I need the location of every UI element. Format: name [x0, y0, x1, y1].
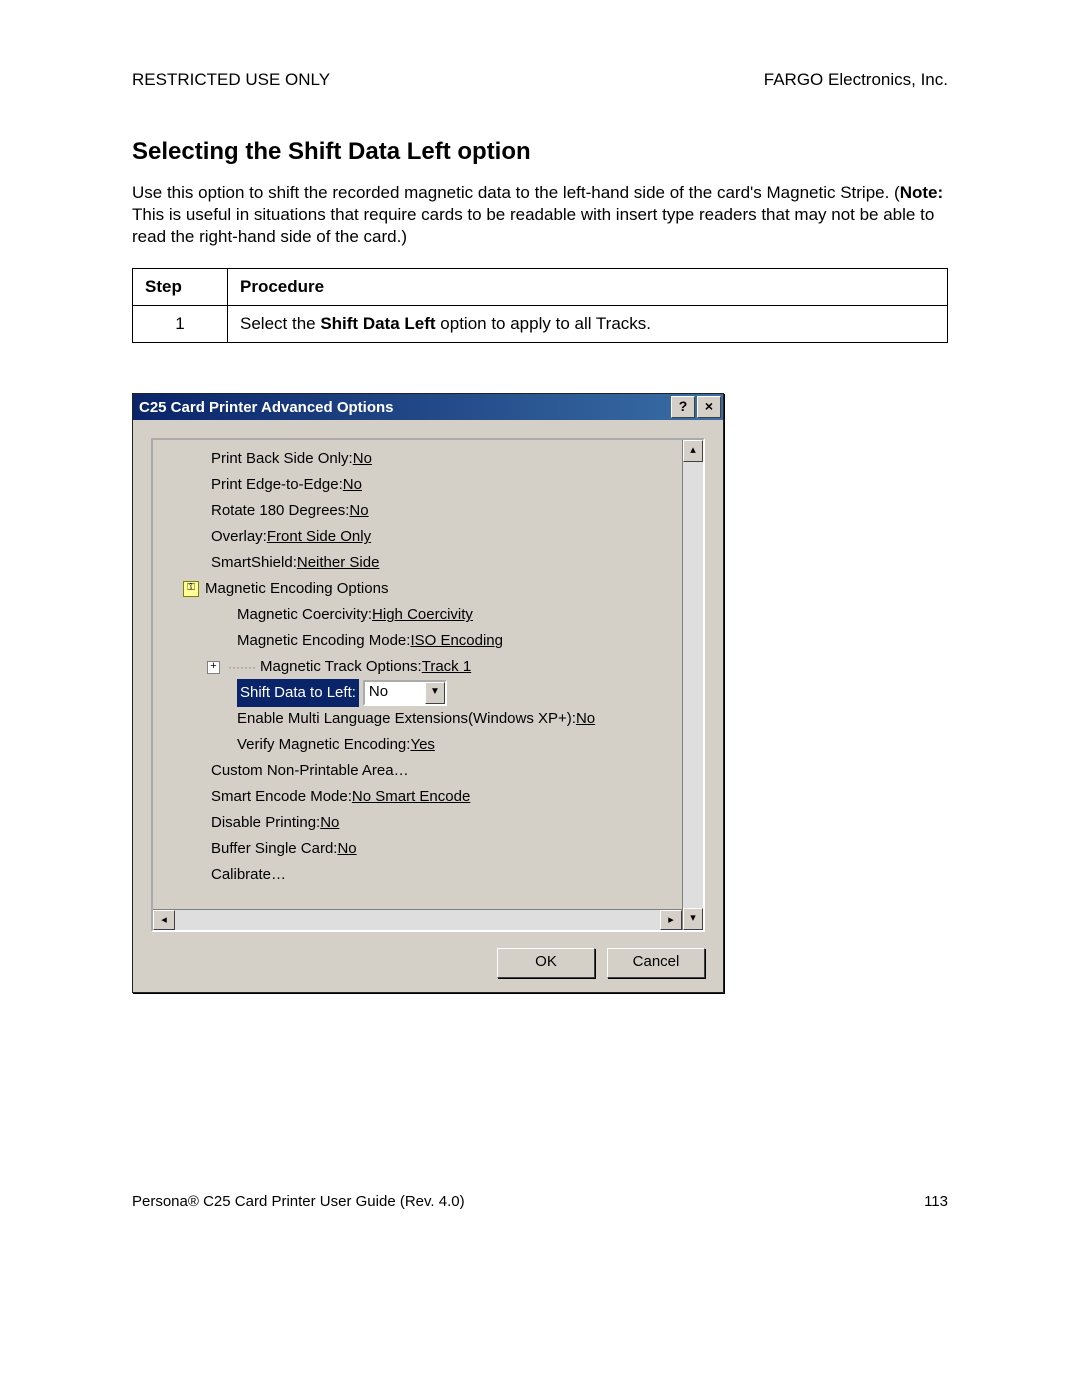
intro-text: Use this option to shift the recorded ma… — [132, 182, 948, 248]
opt-encoding-mode[interactable]: Magnetic Encoding Mode: ISO Encoding — [153, 628, 682, 654]
opt-shift-data[interactable]: Shift Data to Left: No ▼ — [153, 680, 682, 706]
header-right: FARGO Electronics, Inc. — [764, 70, 948, 90]
opt-multi-lang[interactable]: Enable Multi Language Extensions(Windows… — [153, 706, 682, 732]
intro-post: This is useful in situations that requir… — [132, 205, 934, 246]
options-tree[interactable]: Print Back Side Only: No Print Edge-to-E… — [153, 440, 682, 909]
opt-smartshield[interactable]: SmartShield: Neither Side — [153, 550, 682, 576]
help-button[interactable]: ? — [671, 396, 695, 418]
proc-pre: Select the — [240, 314, 320, 333]
coercivity-label: Magnetic Coercivity: — [237, 602, 372, 628]
opt-buffer[interactable]: Buffer Single Card: No — [153, 836, 682, 862]
overlay-value: Front Side Only — [267, 524, 371, 550]
opt-track-options[interactable]: + ······· Magnetic Track Options: Track … — [153, 654, 682, 680]
proc-post: option to apply to all Tracks. — [436, 314, 651, 333]
smart-encode-label: Smart Encode Mode: — [211, 784, 352, 810]
page-number: 113 — [924, 1193, 948, 1210]
mag-options-label: Magnetic Encoding Options — [205, 576, 388, 602]
dialog-title: C25 Card Printer Advanced Options — [139, 399, 671, 416]
scroll-up-icon[interactable]: ▴ — [683, 440, 703, 462]
opt-coercivity[interactable]: Magnetic Coercivity: High Coercivity — [153, 602, 682, 628]
options-tree-wrap: Print Back Side Only: No Print Edge-to-E… — [151, 438, 705, 932]
tree-dots: ······· — [228, 654, 256, 680]
opt-print-edge[interactable]: Print Edge-to-Edge: No — [153, 472, 682, 498]
shift-data-selected: Shift Data to Left: — [237, 679, 359, 707]
shift-data-combo[interactable]: No ▼ — [363, 680, 447, 706]
disable-print-label: Disable Printing: — [211, 810, 320, 836]
encoding-mode-label: Magnetic Encoding Mode: — [237, 628, 410, 654]
smart-encode-value: No Smart Encode — [352, 784, 470, 810]
print-back-value: No — [353, 446, 372, 472]
opt-overlay[interactable]: Overlay: Front Side Only — [153, 524, 682, 550]
multi-lang-value: No — [576, 706, 595, 732]
multi-lang-label: Enable Multi Language Extensions(Windows… — [237, 706, 576, 732]
opt-smart-encode[interactable]: Smart Encode Mode: No Smart Encode — [153, 784, 682, 810]
scroll-left-icon[interactable]: ◂ — [153, 910, 175, 930]
proc-bold: Shift Data Left — [320, 314, 435, 333]
print-edge-value: No — [343, 472, 362, 498]
opt-verify[interactable]: Verify Magnetic Encoding: Yes — [153, 732, 682, 758]
buffer-value: No — [337, 836, 356, 862]
opt-custom-area[interactable]: Custom Non-Printable Area… — [153, 758, 682, 784]
opt-rotate[interactable]: Rotate 180 Degrees: No — [153, 498, 682, 524]
step-number: 1 — [133, 306, 228, 343]
opt-disable-printing[interactable]: Disable Printing: No — [153, 810, 682, 836]
smartshield-value: Neither Side — [297, 550, 380, 576]
calibrate-label: Calibrate… — [211, 862, 286, 888]
cancel-button[interactable]: Cancel — [607, 948, 705, 978]
opt-calibrate[interactable]: Calibrate… — [153, 862, 682, 888]
lock-icon: ⚿ — [183, 581, 199, 597]
expand-icon[interactable]: + — [207, 661, 220, 674]
hscroll-track[interactable] — [175, 910, 660, 930]
encoding-mode-value: ISO Encoding — [410, 628, 503, 654]
advanced-options-dialog: C25 Card Printer Advanced Options ? × Pr… — [132, 393, 724, 993]
scroll-down-icon[interactable]: ▾ — [683, 908, 703, 930]
disable-print-value: No — [320, 810, 339, 836]
close-button[interactable]: × — [697, 396, 721, 418]
shift-label: Shift Data to Left: — [240, 684, 356, 701]
step-header: Step — [133, 269, 228, 306]
buffer-label: Buffer Single Card: — [211, 836, 337, 862]
print-edge-label: Print Edge-to-Edge: — [211, 472, 343, 498]
step-table: Step Procedure 1 Select the Shift Data L… — [132, 268, 948, 343]
chevron-down-icon[interactable]: ▼ — [425, 682, 445, 704]
scroll-right-icon[interactable]: ▸ — [660, 910, 682, 930]
dialog-titlebar[interactable]: C25 Card Printer Advanced Options ? × — [133, 394, 723, 420]
page-title: Selecting the Shift Data Left option — [132, 138, 948, 166]
vscroll-track[interactable] — [683, 462, 703, 908]
verify-value: Yes — [410, 732, 434, 758]
combo-value: No — [365, 682, 425, 704]
ok-button[interactable]: OK — [497, 948, 595, 978]
step-procedure: Select the Shift Data Left option to app… — [228, 306, 948, 343]
custom-area-label: Custom Non-Printable Area… — [211, 758, 409, 784]
track-label: Magnetic Track Options: — [260, 654, 422, 680]
intro-pre: Use this option to shift the recorded ma… — [132, 183, 900, 202]
rotate-value: No — [349, 498, 368, 524]
overlay-label: Overlay: — [211, 524, 267, 550]
procedure-header: Procedure — [228, 269, 948, 306]
opt-print-back[interactable]: Print Back Side Only: No — [153, 446, 682, 472]
vertical-scrollbar[interactable]: ▴ ▾ — [682, 440, 703, 930]
footer-left: Persona® C25 Card Printer User Guide (Re… — [132, 1193, 465, 1210]
verify-label: Verify Magnetic Encoding: — [237, 732, 410, 758]
header-left: RESTRICTED USE ONLY — [132, 70, 330, 90]
coercivity-value: High Coercivity — [372, 602, 473, 628]
smartshield-label: SmartShield: — [211, 550, 297, 576]
track-value: Track 1 — [422, 654, 471, 680]
rotate-label: Rotate 180 Degrees: — [211, 498, 349, 524]
opt-mag-options[interactable]: ⚿ Magnetic Encoding Options — [153, 576, 682, 602]
print-back-label: Print Back Side Only: — [211, 446, 353, 472]
intro-note-label: Note: — [900, 183, 943, 202]
horizontal-scrollbar[interactable]: ◂ ▸ — [153, 909, 682, 930]
